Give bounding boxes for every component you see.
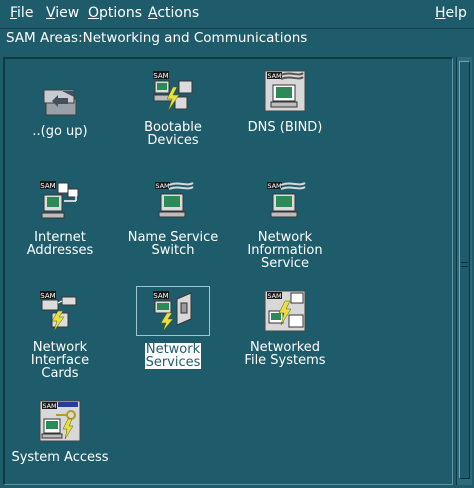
tile-system-access[interactable]: SAM System Access <box>5 398 115 465</box>
menu-mnemonic: O <box>88 5 100 21</box>
sam-badge: SAM <box>267 182 281 190</box>
tile-label: DNS (BIND) <box>247 120 323 135</box>
sam-badge: SAM <box>153 292 168 300</box>
dns-icon: SAM <box>262 68 308 114</box>
sam-badge: SAM <box>153 72 168 80</box>
tile-network-information-service[interactable]: SAM Network Information Service <box>230 178 340 271</box>
tile-label: Name Service Switch <box>127 230 219 258</box>
menu-mnemonic: H <box>435 5 446 21</box>
tile-label: System Access <box>11 450 109 465</box>
sam-badge: SAM <box>155 182 169 190</box>
tile-network-services[interactable]: SAM Network Services <box>118 286 228 370</box>
sam-badge: SAM <box>42 402 56 410</box>
bootable-devices-icon: SAM <box>150 68 196 114</box>
area-title: SAM Areas:Networking and Communications <box>6 30 308 46</box>
networked-file-systems-icon: SAM <box>262 288 308 334</box>
menu-view[interactable]: View <box>46 5 79 21</box>
menu-actions[interactable]: Actions <box>148 5 199 21</box>
menu-mnemonic: V <box>46 5 56 21</box>
menu-options[interactable]: Options <box>88 5 142 21</box>
tile-label: Network Interface Cards <box>30 340 90 381</box>
sam-badge: SAM <box>40 292 55 300</box>
tile-network-interface-cards[interactable]: SAM Network Interface Cards <box>5 288 115 381</box>
sam-badge: SAM <box>267 292 281 300</box>
menu-file[interactable]: File <box>10 5 33 21</box>
sam-badge: SAM <box>267 72 281 80</box>
network-interface-cards-icon: SAM <box>37 288 83 334</box>
tile-go-up[interactable]: ..(go up) <box>5 82 115 139</box>
menu-bar: File View Options Actions Help <box>0 0 474 29</box>
scroll-grip <box>461 262 468 263</box>
sam-badge: SAM <box>40 182 55 190</box>
network-services-icon: SAM <box>136 286 210 336</box>
network-information-service-icon: SAM <box>262 178 308 224</box>
tile-bootable-devices[interactable]: SAM Bootable Devices <box>118 68 228 148</box>
name-service-switch-icon: SAM <box>150 178 196 224</box>
tile-label: ..(go up) <box>32 124 88 139</box>
vertical-scrollbar[interactable] <box>456 57 472 485</box>
scrollbar-thumb[interactable] <box>459 61 470 479</box>
tile-label: Network Services <box>144 342 202 370</box>
internet-addresses-icon: SAM <box>37 178 83 224</box>
tile-networked-file-systems[interactable]: SAM Networked File Systems <box>230 288 340 368</box>
tile-name-service-switch[interactable]: SAM Name Service Switch <box>118 178 228 258</box>
folder-up-icon <box>39 82 81 118</box>
menu-mnemonic: A <box>148 5 158 21</box>
scroll-grip <box>461 266 468 267</box>
tile-label: Networked File Systems <box>244 340 326 368</box>
tile-label: Internet Addresses <box>26 230 94 258</box>
system-access-icon: SAM <box>37 398 83 444</box>
tile-label: Bootable Devices <box>144 120 202 148</box>
menu-mnemonic: F <box>10 5 18 21</box>
tile-internet-addresses[interactable]: SAM Internet Addresses <box>5 178 115 258</box>
menu-help[interactable]: Help <box>435 5 467 21</box>
tile-dns-bind[interactable]: SAM DNS (BIND) <box>230 68 340 135</box>
tile-label: Network Information Service <box>247 230 323 271</box>
